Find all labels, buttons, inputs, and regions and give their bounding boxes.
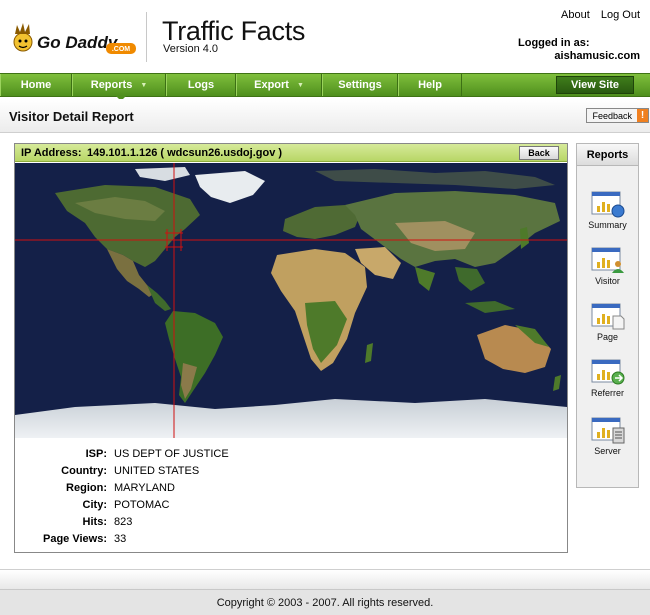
- world-map-image: [15, 163, 567, 438]
- side-item-page[interactable]: Page: [577, 302, 638, 354]
- copyright-text: Copyright © 2003 - 2007. All rights rese…: [216, 596, 434, 609]
- footer-spacer: [0, 569, 650, 589]
- nav-settings[interactable]: Settings: [322, 74, 398, 96]
- nav-reports[interactable]: Reports ▼: [72, 74, 166, 96]
- info-row-country: Country: UNITED STATES: [15, 465, 567, 482]
- ip-address-value: 149.101.1.126 ( wdcsun26.usdoj.gov ): [87, 147, 283, 159]
- app-version: Version 4.0: [163, 43, 219, 55]
- svg-text:.COM: .COM: [112, 46, 130, 53]
- feedback-button[interactable]: Feedback !: [586, 108, 649, 123]
- view-site-button[interactable]: View Site: [556, 76, 634, 94]
- info-value: UNITED STATES: [114, 465, 200, 477]
- info-label: Country:: [61, 465, 107, 477]
- logout-link[interactable]: Log Out: [601, 9, 640, 21]
- info-row-page-views: Page Views: 33: [15, 533, 567, 550]
- header-divider: [146, 12, 147, 62]
- info-row-city: City: POTOMAC: [15, 499, 567, 516]
- nav-home-label: Home: [20, 79, 52, 91]
- page-title: Visitor Detail Report: [9, 109, 134, 124]
- info-value: 33: [114, 533, 127, 545]
- title-bar: Visitor Detail Report Feedback !: [0, 99, 650, 133]
- info-row-hits: Hits: 823: [15, 516, 567, 533]
- info-label: Page Views:: [43, 533, 107, 545]
- info-label: ISP:: [85, 448, 107, 460]
- logged-in-text: Logged in as:: [518, 37, 590, 49]
- page-chart-icon: [591, 303, 625, 330]
- side-item-referrer[interactable]: Referrer: [577, 358, 638, 410]
- info-label: Region:: [66, 482, 107, 494]
- reports-side-panel: Reports Summary Visitor Page Referrer Se…: [576, 143, 639, 488]
- server-chart-icon: [591, 417, 625, 444]
- nav-help-label: Help: [418, 79, 442, 91]
- side-item-label: Server: [594, 446, 621, 456]
- info-row-isp: ISP: US DEPT OF JUSTICE: [15, 448, 567, 465]
- referrer-chart-icon: [591, 359, 625, 385]
- reports-panel-title: Reports: [577, 144, 638, 166]
- nav-export[interactable]: Export ▼: [236, 74, 322, 96]
- nav-export-label: Export: [254, 79, 289, 91]
- chevron-down-icon: ▼: [296, 81, 304, 89]
- side-item-label: Page: [596, 332, 619, 342]
- chevron-down-icon: ▼: [140, 81, 148, 89]
- info-value: MARYLAND: [114, 482, 175, 494]
- world-map: [15, 163, 567, 438]
- info-row-region: Region: MARYLAND: [15, 482, 567, 499]
- footer: Copyright © 2003 - 2007. All rights rese…: [0, 589, 650, 615]
- back-button[interactable]: Back: [519, 146, 559, 160]
- feedback-label: Feedback: [592, 111, 632, 121]
- nav-settings-label: Settings: [338, 79, 382, 91]
- header: Go Daddy .COM Traffic Facts Version 4.0 …: [0, 0, 650, 72]
- nav-help[interactable]: Help: [398, 74, 462, 96]
- side-item-summary[interactable]: Summary: [577, 190, 638, 242]
- visitor-detail-panel: IP Address: 149.101.1.126 ( wdcsun26.usd…: [14, 143, 568, 553]
- ip-address-label: IP Address:: [21, 147, 82, 159]
- nav-home[interactable]: Home: [0, 74, 72, 96]
- visitor-info: ISP: US DEPT OF JUSTICE Country: UNITED …: [15, 440, 567, 552]
- ip-address-bar: IP Address: 149.101.1.126 ( wdcsun26.usd…: [15, 144, 567, 162]
- nav-reports-label: Reports: [90, 79, 133, 91]
- about-link[interactable]: About: [561, 9, 590, 21]
- nav-logs-label: Logs: [187, 79, 215, 91]
- visitor-chart-icon: [591, 247, 624, 273]
- side-item-visitor[interactable]: Visitor: [577, 246, 638, 298]
- godaddy-logo[interactable]: Go Daddy .COM: [10, 17, 138, 59]
- logged-in-user: aishamusic.com: [554, 50, 640, 62]
- side-item-label: Visitor: [595, 276, 620, 286]
- feedback-alert-icon: !: [637, 109, 648, 122]
- info-label: Hits:: [82, 516, 107, 528]
- info-value: US DEPT OF JUSTICE: [114, 448, 229, 460]
- info-value: POTOMAC: [114, 499, 170, 511]
- info-label: City:: [82, 499, 107, 511]
- summary-chart-icon: [591, 191, 625, 218]
- nav-logs[interactable]: Logs: [166, 74, 236, 96]
- main-nav: Home Reports ▼ Logs Export ▼ Settings Help…: [0, 73, 650, 97]
- side-item-label: Referrer: [590, 388, 624, 398]
- top-links: About Log Out: [553, 9, 640, 21]
- info-value: 823: [114, 516, 133, 528]
- side-item-server[interactable]: Server: [577, 416, 638, 468]
- side-item-label: Summary: [588, 220, 627, 230]
